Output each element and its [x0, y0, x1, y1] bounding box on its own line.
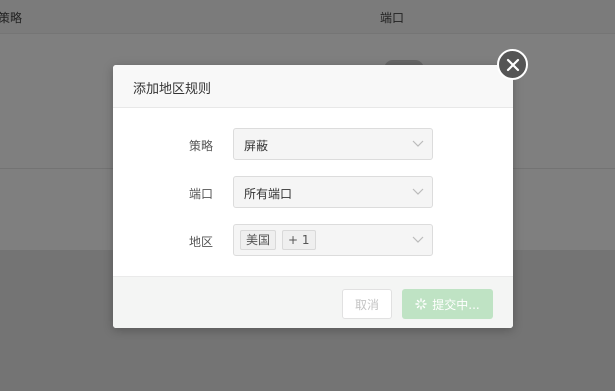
strategy-select[interactable]: 屏蔽	[233, 128, 433, 160]
port-select-value: 所有端口	[244, 187, 293, 201]
dialog-footer: 取消 提交中...	[113, 276, 513, 328]
region-label: 地区	[188, 235, 213, 249]
strategy-label: 策略	[188, 139, 213, 153]
chevron-down-icon	[412, 188, 424, 195]
chevron-down-icon	[412, 236, 424, 243]
add-region-rule-dialog: 添加地区规则 策略 屏蔽 端口 所有端口 地区 美国 + 1 取消 提交中...	[113, 65, 513, 328]
form-row-region: 地区 美国 + 1	[113, 224, 513, 256]
strategy-select-value: 屏蔽	[244, 139, 269, 153]
port-select[interactable]: 所有端口	[233, 176, 433, 208]
cancel-button[interactable]: 取消	[342, 289, 392, 319]
dialog-header: 添加地区规则	[113, 65, 513, 108]
form-row-port: 端口 所有端口	[113, 176, 513, 208]
form-row-strategy: 策略 屏蔽	[113, 128, 513, 160]
submit-button[interactable]: 提交中...	[402, 289, 493, 319]
region-more-tag: + 1	[282, 230, 316, 250]
dialog-title: 添加地区规则	[133, 82, 212, 97]
region-tag: 美国	[240, 230, 277, 250]
submit-button-label: 提交中...	[432, 297, 480, 312]
close-icon[interactable]	[497, 49, 528, 80]
region-multiselect[interactable]: 美国 + 1	[233, 224, 433, 256]
loading-spinner-icon	[415, 298, 427, 310]
port-label: 端口	[188, 187, 213, 201]
chevron-down-icon	[412, 140, 424, 147]
